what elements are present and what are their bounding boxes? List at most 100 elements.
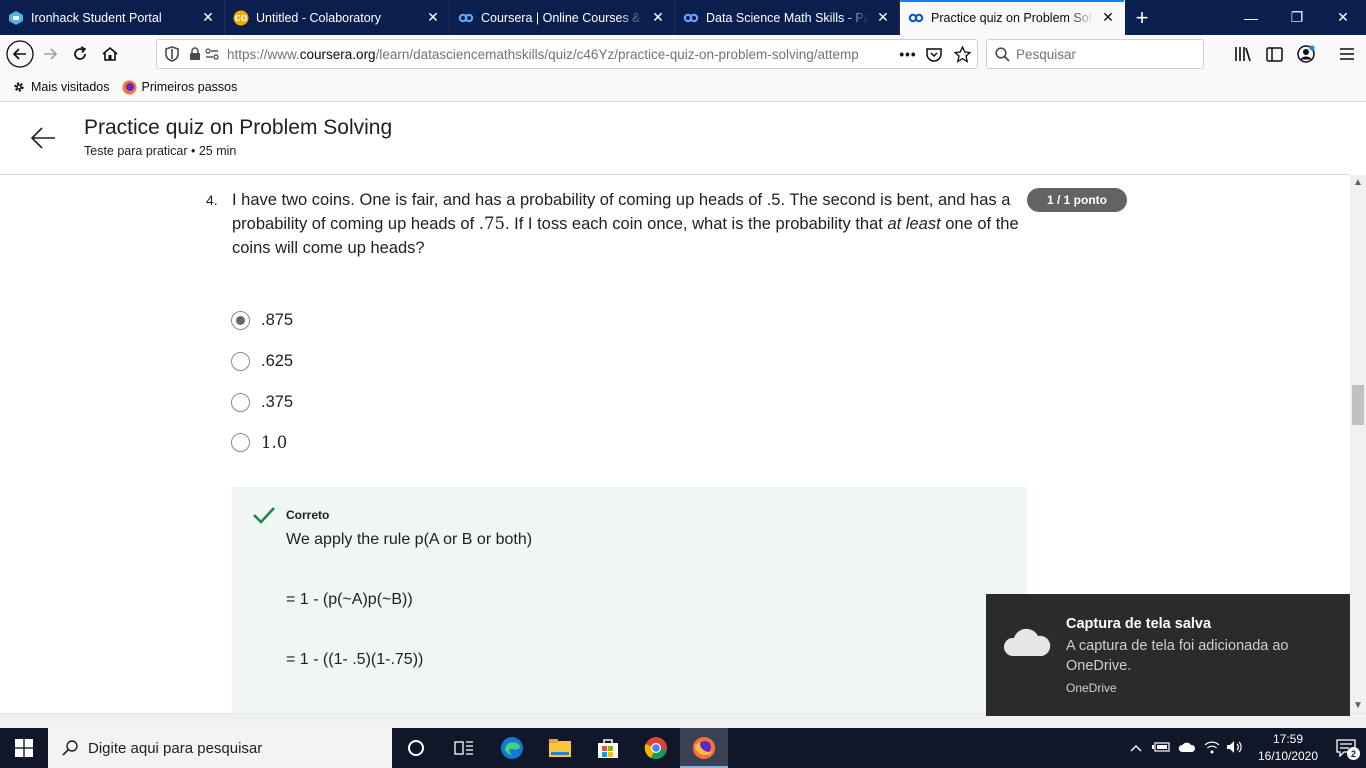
notification-count: 2	[1347, 747, 1360, 760]
radio-button[interactable]	[231, 433, 250, 452]
page-title: Practice quiz on Problem Solving	[84, 116, 393, 139]
close-icon[interactable]: ✕	[1100, 9, 1116, 26]
question-number: 4.	[206, 192, 218, 208]
search-input[interactable]: Pesquisar	[986, 39, 1204, 69]
back-arrow-icon	[6, 40, 34, 68]
firefox-taskbar-icon[interactable]	[680, 728, 728, 768]
page-actions-icon[interactable]: •••	[895, 47, 921, 62]
scroll-up-icon[interactable]: ▲	[1353, 177, 1363, 188]
scrollbar-thumb[interactable]	[1352, 385, 1364, 425]
radio-button[interactable]	[231, 393, 250, 412]
close-icon[interactable]: ✕	[200, 9, 216, 26]
svg-text:CO: CO	[235, 14, 248, 23]
search-placeholder: Pesquisar	[1016, 46, 1077, 62]
chevron-up-icon[interactable]	[1130, 741, 1142, 755]
bookmark-label: Primeiros passos	[141, 80, 238, 94]
feedback-line: = 1 - ((1- .5)(1-.75))	[286, 651, 424, 668]
action-center-icon[interactable]: 2	[1326, 739, 1366, 760]
close-icon[interactable]: ✕	[875, 9, 891, 26]
close-icon[interactable]: ✕	[425, 9, 441, 26]
clock-time: 17:59	[1272, 732, 1304, 746]
restore-icon[interactable]: ❐	[1274, 0, 1320, 35]
clock-date: 16/10/2020	[1257, 749, 1319, 763]
edge-icon[interactable]	[488, 728, 536, 768]
ironhack-icon	[8, 10, 24, 26]
permissions-icon[interactable]	[205, 48, 219, 60]
pocket-icon[interactable]	[921, 47, 947, 62]
bookmark-star-icon[interactable]	[947, 45, 977, 63]
windows-start-button[interactable]	[0, 728, 48, 768]
tab-title: Practice quiz on Problem Solvin	[931, 10, 1094, 25]
tab-colab[interactable]: CO Untitled - Colaboratory ✕	[225, 0, 450, 35]
reload-button[interactable]	[65, 39, 95, 69]
onedrive-tray-icon[interactable]	[1178, 741, 1196, 756]
reload-icon	[74, 46, 87, 60]
shield-icon[interactable]	[165, 46, 179, 62]
score-badge: 1 / 1 ponto	[1027, 188, 1127, 212]
file-explorer-icon[interactable]	[536, 728, 584, 768]
new-tab-button[interactable]: +	[1125, 0, 1159, 35]
scroll-down-icon[interactable]: ▼	[1353, 700, 1363, 711]
bookmark-most-visited[interactable]: Mais visitados	[12, 80, 110, 94]
sidebar-icon[interactable]	[1259, 39, 1289, 69]
back-button[interactable]	[5, 39, 35, 69]
library-icon[interactable]	[1228, 39, 1258, 69]
taskbar-search-placeholder: Digite aqui para pesquisar	[88, 739, 263, 757]
tab-ironhack[interactable]: Ironhack Student Portal ✕	[0, 0, 225, 35]
toast-source: OneDrive	[1066, 681, 1117, 695]
forward-button[interactable]	[35, 39, 65, 69]
taskbar-search-input[interactable]: Digite aqui para pesquisar	[48, 728, 392, 768]
tab-coursera[interactable]: Coursera | Online Courses & Cr ✕	[450, 0, 675, 35]
tab-title: Ironhack Student Portal	[31, 10, 162, 25]
answer-option[interactable]: .375	[231, 393, 293, 412]
notification-toast[interactable]: Captura de tela salva A captura de tela …	[986, 594, 1350, 716]
tab-practice-quiz[interactable]: Practice quiz on Problem Solvin ✕	[900, 0, 1125, 35]
bookmark-label: Mais visitados	[31, 80, 110, 94]
minimize-icon[interactable]: —	[1228, 0, 1274, 35]
battery-icon[interactable]	[1152, 741, 1170, 755]
question-text-part: . If I toss each coin once, what is the …	[505, 215, 888, 233]
firefox-icon	[122, 80, 137, 95]
bookmark-getting-started[interactable]: Primeiros passos	[122, 80, 238, 95]
radio-button[interactable]	[231, 352, 250, 371]
gear-icon	[12, 80, 26, 94]
store-icon[interactable]	[584, 728, 632, 768]
url-domain: coursera.org	[299, 46, 376, 62]
question-value: .75	[478, 214, 505, 233]
close-icon[interactable]: ✕	[650, 9, 666, 26]
volume-icon[interactable]	[1226, 740, 1244, 757]
option-label: .625	[261, 352, 294, 370]
toast-title: Captura de tela salva	[1066, 616, 1212, 632]
taskbar: Digite aqui para pesquisar 17:59 16/10/2…	[0, 728, 1366, 768]
tab-data-science-math[interactable]: Data Science Math Skills - Págin ✕	[675, 0, 900, 35]
feedback-line: We apply the rule p(A or B or both)	[286, 531, 533, 548]
cortana-icon[interactable]	[392, 728, 440, 768]
answer-option[interactable]: .875	[231, 311, 293, 330]
back-arrow-icon[interactable]	[29, 124, 57, 152]
chrome-icon[interactable]	[632, 728, 680, 768]
feedback-status: Correto	[286, 508, 330, 522]
task-view-icon[interactable]	[440, 728, 488, 768]
vertical-scrollbar[interactable]: ▲ ▼	[1350, 175, 1366, 713]
answer-option[interactable]: .625	[231, 352, 293, 371]
feedback-panel: Correto We apply the rule p(A or B or bo…	[232, 487, 1027, 713]
option-label: 1.0	[261, 433, 288, 452]
wifi-icon[interactable]	[1204, 740, 1220, 757]
lock-icon[interactable]	[189, 47, 201, 61]
question-text: I have two coins. One is fair, and has a…	[232, 188, 1022, 260]
tab-title: Coursera | Online Courses & Cr	[481, 10, 644, 25]
home-button[interactable]	[95, 39, 125, 69]
close-window-icon[interactable]: ✕	[1320, 0, 1366, 35]
radio-selected[interactable]	[231, 311, 250, 330]
address-bar[interactable]: https://www.coursera.org/learn/datascien…	[156, 39, 978, 69]
url-text: https://www.coursera.org/learn/datascien…	[227, 47, 895, 62]
bookmarks-toolbar: Mais visitados Primeiros passos	[0, 73, 1366, 102]
answer-option[interactable]: 1.0	[231, 433, 287, 452]
onedrive-cloud-icon	[1003, 628, 1051, 656]
toast-body: A captura de tela foi adicionada ao OneD…	[1066, 638, 1289, 674]
system-tray: 17:59 16/10/2020 2	[1130, 728, 1366, 768]
menu-icon[interactable]	[1332, 39, 1362, 69]
account-icon[interactable]	[1291, 39, 1321, 69]
url-path: /learn/datasciencemathskills/quiz/c46Yz/…	[375, 46, 859, 62]
system-clock[interactable]: 17:59 16/10/2020	[1250, 731, 1326, 765]
